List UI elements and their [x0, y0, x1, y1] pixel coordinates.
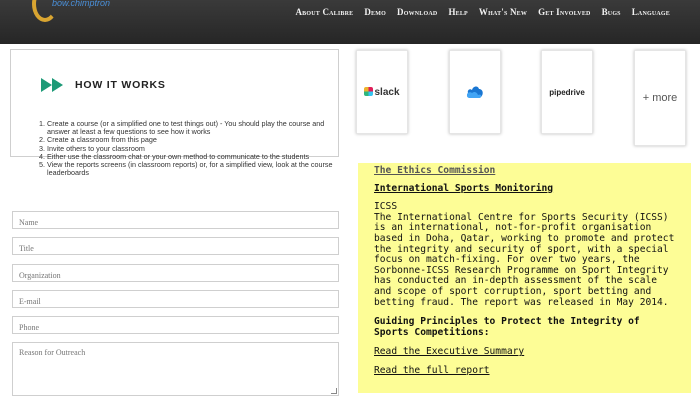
sports-monitoring-link[interactable]: International Sports Monitoring — [374, 183, 679, 195]
more-integrations-label: + more — [642, 92, 678, 104]
logo-text: bow.chimptron — [52, 0, 111, 8]
email-field[interactable] — [13, 293, 338, 310]
nav-whats-new[interactable]: What's New — [479, 7, 527, 17]
ethics-commission-link[interactable]: The Ethics Commission — [374, 165, 679, 177]
top-navigation-bar: bow.chimptron About Calibre Demo Downloa… — [0, 0, 700, 44]
pipedrive-integration-tile[interactable]: pipedrive — [541, 50, 593, 134]
email-field-wrapper — [12, 290, 339, 310]
phone-field-wrapper — [12, 316, 339, 336]
more-integrations-tile[interactable]: + more — [634, 50, 686, 146]
pipedrive-logo: pipedrive — [549, 87, 585, 97]
how-it-works-card: HOW IT WORKS Create a course (or a simpl… — [10, 49, 339, 177]
cloud-icon — [466, 86, 483, 98]
nav-language[interactable]: Language — [632, 7, 670, 17]
slack-logo: slack — [364, 86, 400, 98]
organization-field[interactable] — [13, 267, 338, 284]
how-it-works-header: HOW IT WORKS — [41, 78, 166, 92]
cloud-integration-tile[interactable] — [449, 50, 501, 134]
fast-forward-icon — [41, 78, 63, 92]
name-field-wrapper — [12, 211, 339, 231]
nav-help[interactable]: Help — [448, 7, 467, 17]
how-it-works-steps: Create a course (or a simplified one to … — [36, 119, 347, 177]
nav-get-involved[interactable]: Get Involved — [538, 7, 591, 17]
how-it-works-title: HOW IT WORKS — [75, 79, 166, 91]
nav-demo[interactable]: Demo — [364, 7, 386, 17]
slack-integration-tile[interactable]: slack — [356, 50, 408, 134]
step-item: View the reports screens (in classroom r… — [47, 160, 347, 177]
nav-about[interactable]: About Calibre — [295, 7, 353, 17]
site-logo[interactable]: bow.chimptron — [28, 0, 118, 30]
organization-field-wrapper — [12, 264, 339, 284]
reason-field-wrapper — [12, 342, 339, 396]
slack-label: slack — [374, 86, 400, 98]
ethics-info-panel: The Ethics Commission International Spor… — [358, 163, 691, 393]
full-report-link[interactable]: Read the full report — [374, 365, 679, 377]
slack-icon — [364, 86, 374, 96]
name-field[interactable] — [13, 214, 338, 231]
step-item: Create a course (or a simplified one to … — [47, 119, 347, 136]
nav-download[interactable]: Download — [397, 7, 437, 17]
title-field[interactable] — [13, 240, 338, 257]
phone-field[interactable] — [13, 319, 338, 336]
executive-summary-link[interactable]: Read the Executive Summary — [374, 347, 679, 358]
reason-field[interactable] — [13, 343, 338, 395]
main-nav: About Calibre Demo Download Help What's … — [295, 7, 670, 17]
nav-bugs[interactable]: Bugs — [602, 7, 621, 17]
guiding-principles-heading: Guiding Principles to Protect the Integr… — [374, 316, 640, 338]
title-field-wrapper — [12, 237, 339, 257]
resize-handle-icon[interactable] — [331, 388, 337, 394]
icss-description: The International Centre for Sports Secu… — [374, 211, 675, 308]
